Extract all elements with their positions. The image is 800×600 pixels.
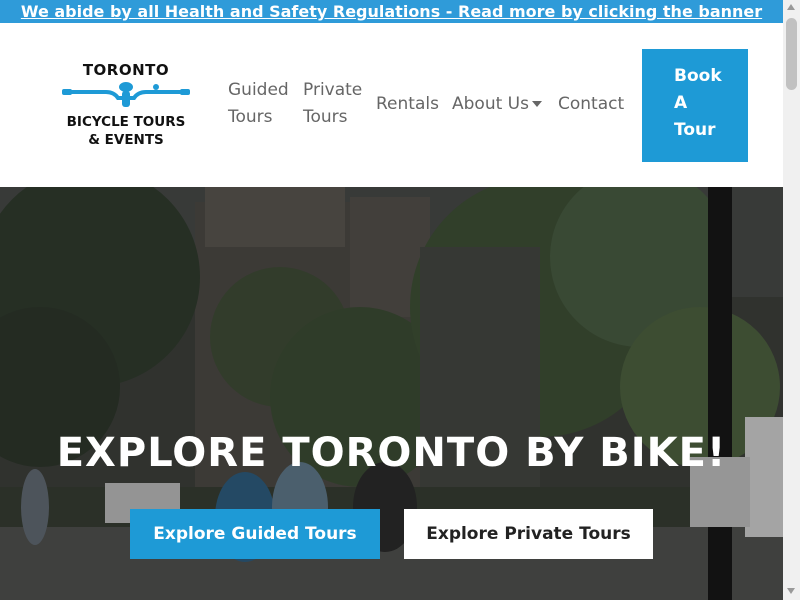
book-line-3: Tour (674, 120, 716, 140)
banner-link[interactable]: We abide by all Health and Safety Regula… (21, 2, 762, 21)
health-safety-banner[interactable]: We abide by all Health and Safety Regula… (0, 0, 783, 23)
nav-rentals[interactable]: Rentals (376, 91, 439, 118)
scroll-down-icon[interactable] (787, 588, 795, 594)
scroll-thumb[interactable] (786, 18, 797, 90)
nav-about-us[interactable]: About Us (452, 91, 542, 118)
scrollbar[interactable] (783, 0, 800, 600)
nav-guided-line-1: Guided (228, 80, 289, 100)
nav-private-tours[interactable]: Private Tours (303, 77, 362, 131)
site-logo[interactable]: TORONTO BICYCLE TOURS & EVENTS (60, 61, 192, 156)
book-line-2: A (674, 93, 688, 113)
nav-private-line-1: Private (303, 80, 363, 100)
hero-section: EXPLORE TORONTO BY BIKE! Explore Guided … (0, 187, 783, 600)
hero-background-image (0, 187, 783, 600)
logo-events: & EVENTS (88, 132, 164, 148)
bicycle-handlebar-icon (62, 82, 190, 107)
nav-guided-line-2: Tours (228, 107, 273, 127)
book-line-1: Book (674, 66, 722, 86)
explore-guided-tours-button[interactable]: Explore Guided Tours (130, 509, 380, 559)
nav-guided-tours[interactable]: Guided Tours (228, 77, 289, 131)
book-a-tour-button[interactable]: Book A Tour (642, 49, 748, 162)
nav-about-label: About Us (452, 94, 529, 114)
nav-private-line-2: Tours (303, 107, 348, 127)
scroll-up-icon[interactable] (787, 4, 795, 10)
site-header: TORONTO BICYCLE TOURS & EVENTS Guided To… (0, 23, 783, 187)
nav-contact[interactable]: Contact (558, 91, 624, 118)
explore-private-tours-button[interactable]: Explore Private Tours (404, 509, 653, 559)
logo-bicycle-tours: BICYCLE TOURS (66, 114, 186, 130)
logo-line-2: BICYCLE TOURS & EVENTS (60, 113, 192, 149)
hero-title: EXPLORE TORONTO BY BIKE! (56, 430, 727, 476)
logo-line-1: TORONTO (82, 61, 170, 79)
caret-down-icon (531, 101, 542, 107)
